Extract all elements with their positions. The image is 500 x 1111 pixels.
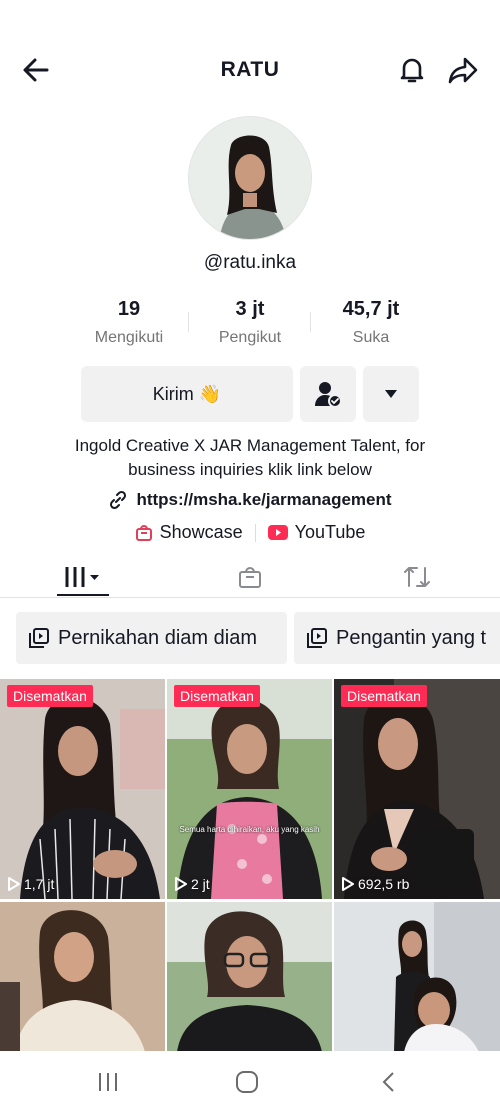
profile-extras: Showcase YouTube — [0, 522, 500, 543]
user-check-icon — [315, 382, 342, 408]
shopping-bag-icon — [239, 567, 261, 588]
view-count: 1,7 jt — [8, 876, 54, 892]
link-icon — [110, 490, 127, 510]
playlist-label: Pernikahan diam diam — [58, 626, 257, 649]
tab-videos[interactable] — [57, 558, 109, 596]
stat-likes[interactable]: 45,7 jt Suka — [311, 298, 431, 347]
chevron-left-icon — [382, 1072, 394, 1092]
youtube-label: YouTube — [294, 522, 366, 542]
repost-icon — [404, 567, 430, 587]
playlist-label: Pengantin yang t — [336, 626, 487, 649]
pinned-badge: Disematkan — [341, 685, 427, 707]
playlist-item[interactable]: Pengantin yang t — [294, 612, 500, 664]
video-preview-image — [167, 902, 332, 1052]
username-handle: @ratu.inka — [203, 252, 297, 273]
system-nav-bar — [0, 1051, 500, 1111]
playlist-icon — [307, 628, 327, 648]
following-status-button[interactable] — [300, 366, 356, 422]
view-count-text: 692,5 rb — [358, 876, 410, 892]
notification-button[interactable] — [392, 50, 432, 90]
video-thumbnail[interactable] — [167, 902, 332, 1052]
play-icon — [342, 877, 354, 891]
home-button[interactable] — [227, 1067, 267, 1097]
bio-link[interactable]: https://msha.ke/jarmanagement — [0, 490, 500, 510]
pinned-badge: Disematkan — [174, 685, 260, 707]
video-thumbnail[interactable] — [0, 902, 165, 1052]
video-preview-image — [0, 679, 165, 899]
share-arrow-icon — [448, 57, 478, 84]
video-caption: Semua harta dihiraikan, aku yang kasih — [179, 825, 320, 834]
play-icon — [175, 877, 187, 891]
shopping-bag-icon — [135, 524, 152, 541]
avatar[interactable] — [188, 116, 312, 240]
system-back-button[interactable] — [368, 1067, 408, 1097]
stat-divider — [188, 312, 189, 332]
video-thumbnail[interactable]: Disematkan 692,5 rb — [334, 679, 500, 899]
tab-shop[interactable] — [225, 558, 275, 596]
video-preview-image — [167, 679, 332, 899]
message-button[interactable]: Kirim 👋 — [81, 366, 293, 422]
likes-label: Suka — [352, 329, 390, 346]
tab-reposts[interactable] — [392, 558, 442, 596]
showcase-link[interactable]: Showcase — [135, 522, 243, 543]
recent-apps-icon — [99, 1073, 117, 1091]
video-thumbnail[interactable] — [334, 902, 500, 1052]
video-thumbnail[interactable]: Disematkan 1,7 jt — [0, 679, 165, 899]
followers-count: 3 jt — [235, 298, 265, 320]
view-count: 692,5 rb — [342, 876, 409, 892]
video-preview-image — [334, 679, 500, 899]
view-count-text: 2 jt — [191, 876, 210, 892]
more-options-button[interactable] — [363, 366, 419, 422]
tabs-divider — [0, 597, 500, 598]
youtube-link[interactable]: YouTube — [267, 522, 366, 543]
likes-count: 45,7 jt — [342, 298, 400, 320]
view-count: 2 jt — [175, 876, 210, 892]
video-thumbnail[interactable]: Semua harta dihiraikan, aku yang kasih D… — [167, 679, 332, 899]
following-count: 19 — [117, 298, 141, 320]
showcase-label: Showcase — [159, 522, 243, 542]
view-count-text: 1,7 jt — [24, 876, 55, 892]
bell-icon — [400, 58, 424, 83]
followers-label: Pengikut — [218, 329, 282, 346]
avatar-photo — [189, 117, 311, 239]
stat-following[interactable]: 19 Mengikuti — [69, 298, 189, 347]
stat-followers[interactable]: 3 jt Pengikut — [190, 298, 310, 347]
home-icon — [236, 1071, 258, 1093]
play-icon — [8, 877, 20, 891]
bio-text: Ingold Creative X JAR Management Talent,… — [74, 436, 426, 479]
video-preview-image — [0, 902, 165, 1052]
pinned-badge: Disematkan — [7, 685, 93, 707]
message-button-label: Kirim 👋 — [152, 383, 222, 404]
active-tab-indicator — [57, 594, 109, 596]
share-button[interactable] — [443, 50, 483, 90]
playlist-item[interactable]: Pernikahan diam diam — [16, 612, 287, 664]
playlist-icon — [29, 628, 49, 648]
extras-divider — [254, 523, 256, 542]
following-label: Mengikuti — [94, 329, 164, 346]
bio-link-text: https://msha.ke/jarmanagement — [136, 490, 392, 509]
grid-icon — [65, 567, 99, 587]
recent-apps-button[interactable] — [88, 1067, 128, 1097]
caret-down-icon — [385, 390, 397, 398]
youtube-icon — [267, 525, 288, 540]
video-preview-image — [334, 902, 500, 1052]
